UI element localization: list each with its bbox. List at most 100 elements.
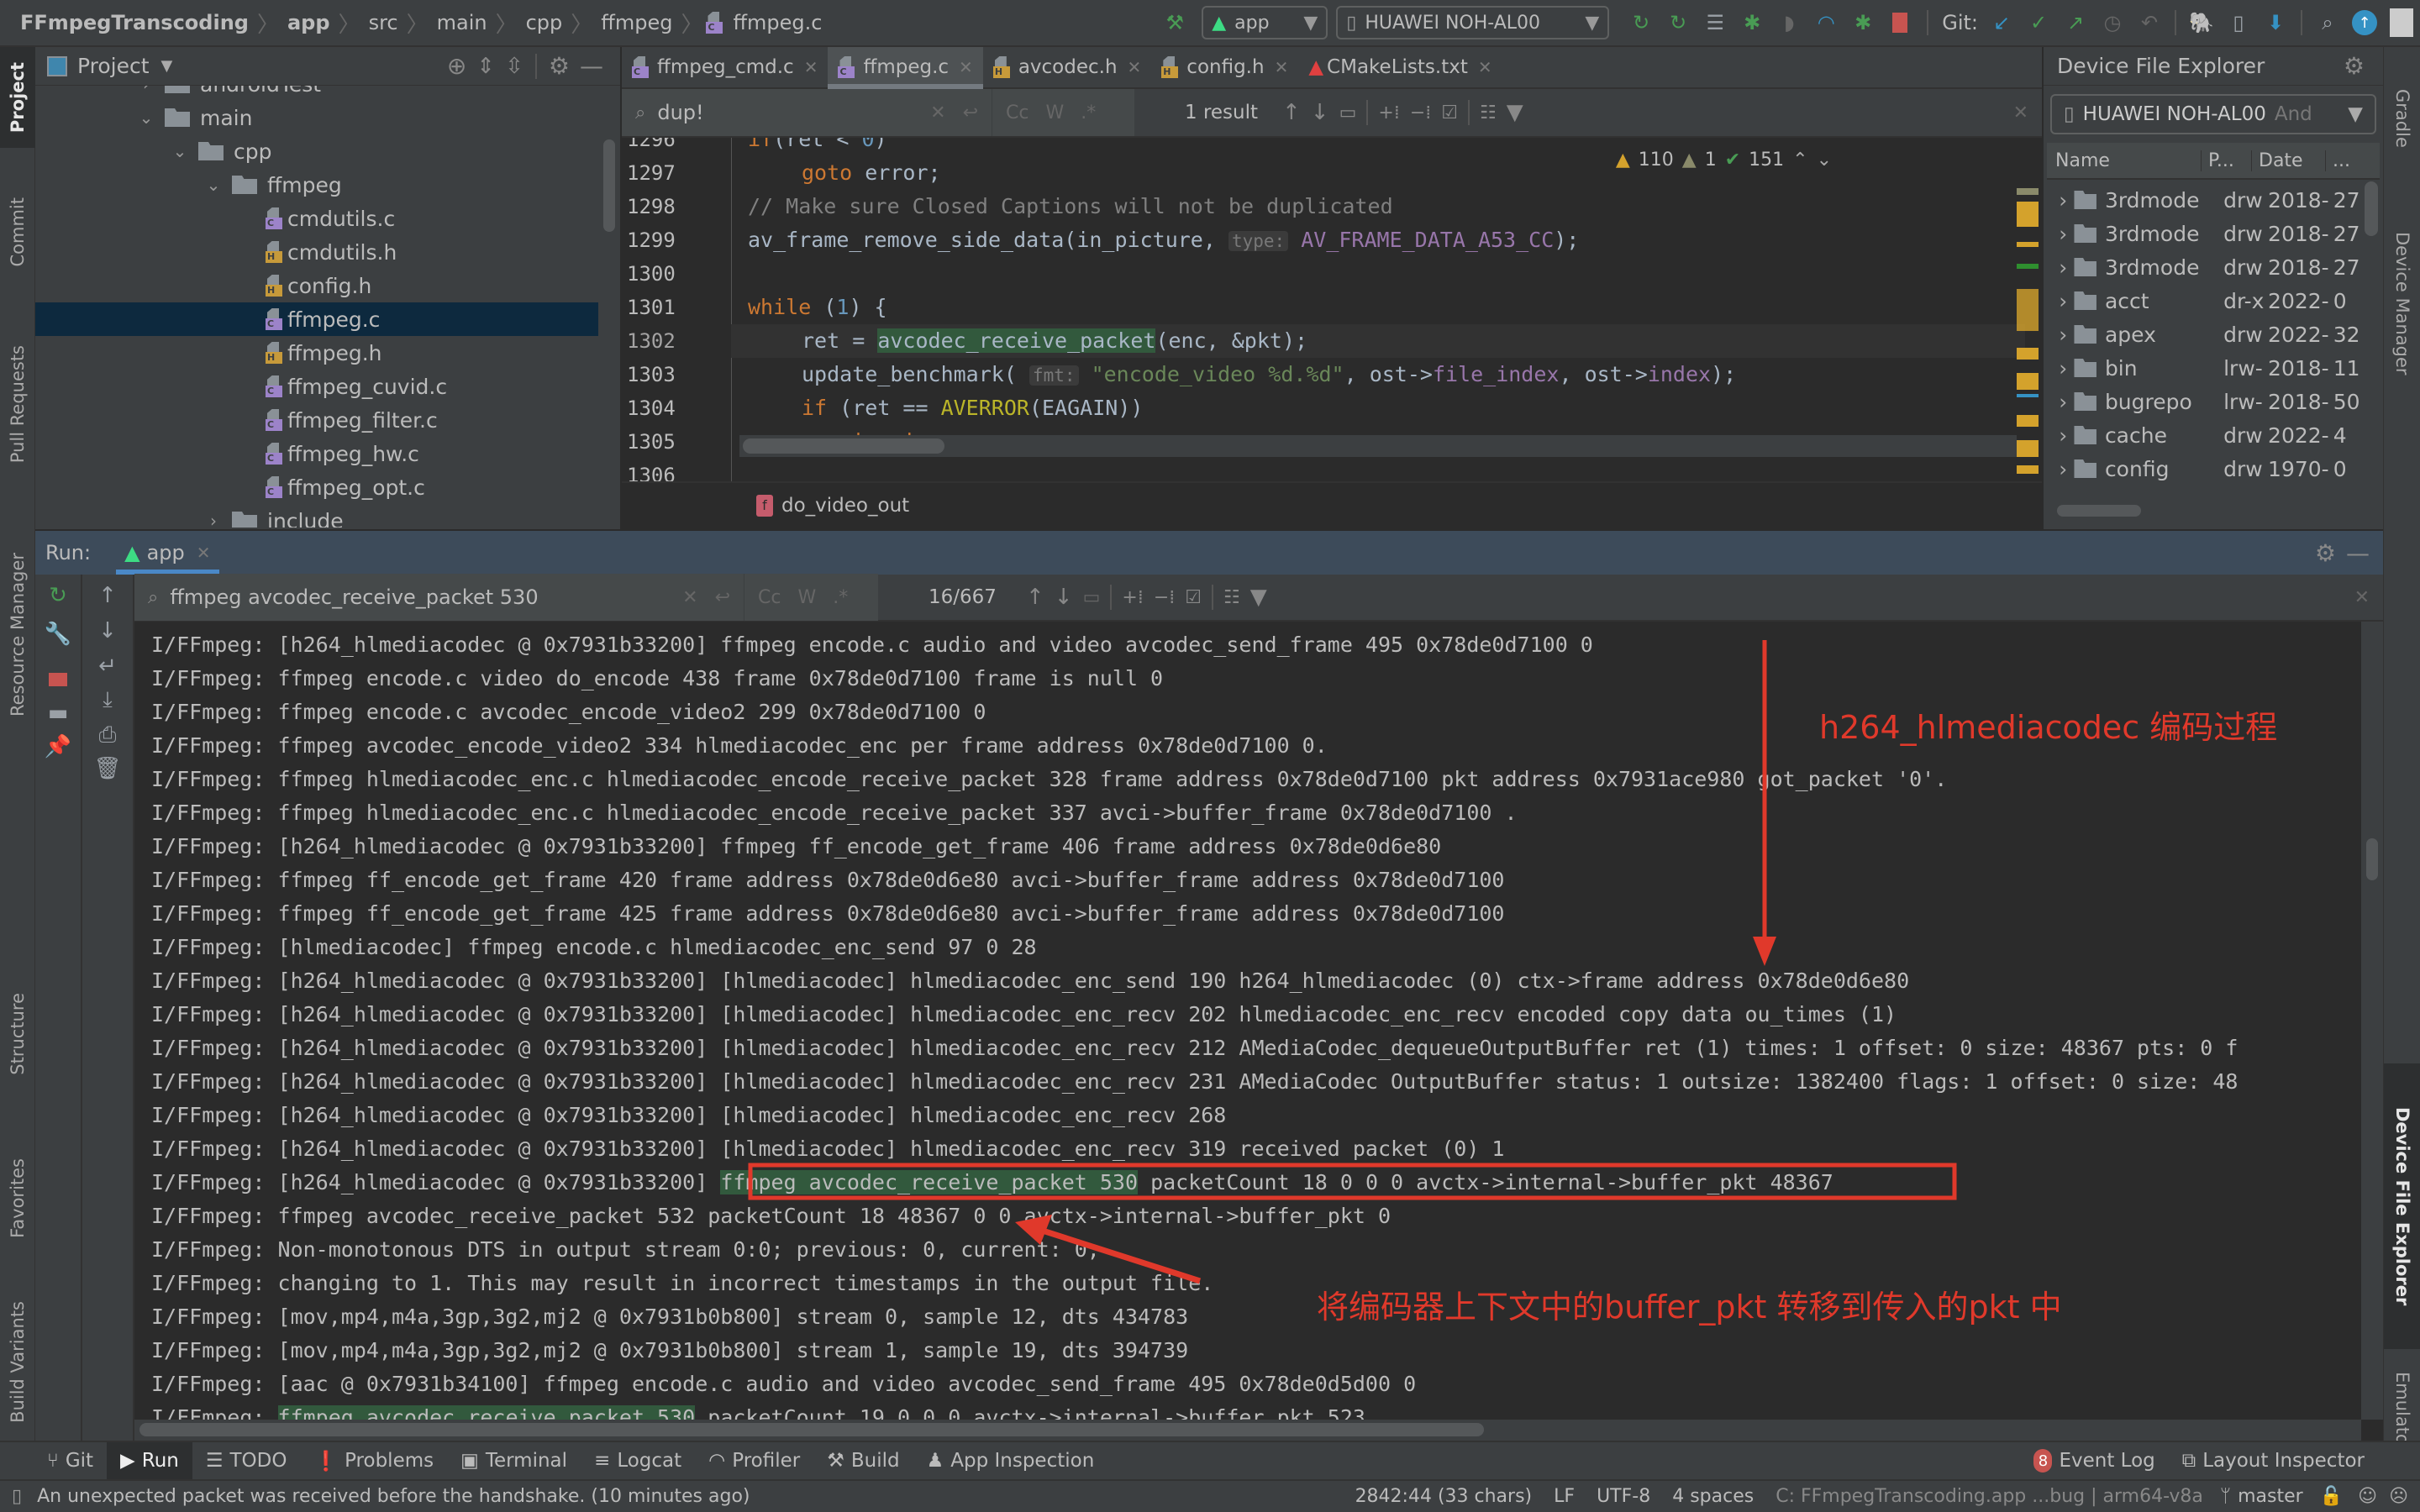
chevron-right-icon[interactable]: › xyxy=(203,511,224,528)
whole-words-toggle[interactable]: W xyxy=(1045,102,1064,123)
tree-item[interactable]: ⌄ main xyxy=(35,101,598,134)
log-line[interactable]: I/FFmpeg: [h264_hlmediacodec @ 0x7931b33… xyxy=(151,1166,1833,1200)
clear-all-icon[interactable]: 🗑 xyxy=(82,756,133,781)
stop-icon[interactable] xyxy=(1884,7,1916,39)
attach-process-icon[interactable]: ✱ xyxy=(1847,7,1879,39)
apply-changes-restart-icon[interactable]: ↻ xyxy=(1625,7,1657,39)
log-line[interactable]: I/FFmpeg: ffmpeg encode.c avcodec_encode… xyxy=(151,696,986,729)
log-line[interactable]: I/FFmpeg: [h264_hlmediacodec @ 0x7931b33… xyxy=(151,830,1441,864)
gear-icon[interactable]: ⚙ xyxy=(2315,539,2336,567)
tool-tab-device-file-explorer[interactable]: Device File Explorer xyxy=(2384,1063,2420,1349)
tool-tab-device-manager[interactable]: Device Manager xyxy=(2384,190,2420,417)
dfe-file-row[interactable]: › apex drw 2022- 32 xyxy=(2044,318,2363,351)
select-all-icon[interactable]: ☑ xyxy=(1441,102,1458,123)
select-all-occurrences-icon[interactable]: ▭ xyxy=(1339,102,1357,123)
previous-occurrence-icon[interactable]: ↑ xyxy=(1026,585,1044,610)
breadcrumb-src[interactable]: src xyxy=(364,11,403,34)
chevron-right-icon[interactable]: › xyxy=(2052,255,2074,280)
close-find-icon[interactable]: ✕ xyxy=(2013,102,2028,123)
new-line-icon[interactable]: ↩ xyxy=(715,587,730,608)
close-tab-icon[interactable]: ✕ xyxy=(1478,57,1492,77)
tool-tab-gradle[interactable]: Gradle xyxy=(2384,55,2420,181)
code-line[interactable]: // Make sure Closed Captions will not be… xyxy=(748,190,1393,223)
git-rollback-icon[interactable]: ↶ xyxy=(2133,7,2165,39)
tool-window-run[interactable]: ▶ Run xyxy=(107,1442,192,1479)
tool-tab-pull-requests[interactable]: Pull Requests xyxy=(0,316,35,492)
pin-icon[interactable]: 📌 xyxy=(35,734,81,759)
editor-tab[interactable]: Hconfig.h ✕ xyxy=(1151,47,1298,87)
regex-toggle[interactable]: .* xyxy=(1081,102,1096,123)
dfe-file-row[interactable]: › cache drw 2022- 4 xyxy=(2044,418,2363,452)
filter-icon[interactable]: ▼ xyxy=(1250,585,1267,610)
git-update-icon[interactable]: ↙ xyxy=(1986,7,2018,39)
chevron-right-icon[interactable]: › xyxy=(2052,356,2074,381)
dfe-file-row[interactable]: › 3rdmode drw 2018- 27 xyxy=(2044,217,2363,250)
log-line[interactable]: I/FFmpeg: [h264_hlmediacodec @ 0x7931b33… xyxy=(151,1099,1226,1132)
tool-window-problems[interactable]: ❗ Problems xyxy=(300,1442,447,1479)
next-occurrence-icon[interactable]: ↓ xyxy=(1055,585,1073,610)
tree-item[interactable]: › androidTest xyxy=(35,86,598,101)
log-line[interactable]: I/FFmpeg: ffmpeg avcodec_encode_video2 3… xyxy=(151,729,1328,763)
close-tab-icon[interactable]: ✕ xyxy=(1275,57,1289,77)
editor-tab[interactable]: ▲ CMakeLists.txt ✕ xyxy=(1298,47,1502,87)
add-occurrence-icon[interactable]: +⁞ xyxy=(1122,587,1143,608)
print-icon[interactable]: ⎙ xyxy=(82,722,133,748)
select-all-occurrences-icon[interactable]: ▭ xyxy=(1083,587,1101,608)
project-tree-scrollbar[interactable] xyxy=(603,139,615,232)
file-encoding[interactable]: UTF-8 xyxy=(1597,1486,1650,1507)
close-tab-icon[interactable]: ✕ xyxy=(804,57,818,77)
editor-tab[interactable]: Cffmpeg_cmd.c ✕ xyxy=(622,47,828,87)
sdk-manager-icon[interactable]: ⬇ xyxy=(2260,7,2291,39)
profiler-icon[interactable]: ◠ xyxy=(1810,7,1842,39)
tree-item[interactable]: Cffmpeg.c xyxy=(35,302,598,336)
collapse-all-icon[interactable]: ⇳ xyxy=(505,54,523,79)
down-stack-icon[interactable]: ↓ xyxy=(82,618,133,643)
filter-search-results-icon[interactable]: ☷ xyxy=(1480,102,1497,123)
previous-highlight-icon[interactable]: ⌃ xyxy=(1792,150,1807,171)
tool-tab-resource-manager[interactable]: Resource Manager xyxy=(0,517,35,753)
inspection-widget[interactable]: ▲ 110 ▲ 1 ✔ 151 ⌃ ⌄ xyxy=(1616,150,1832,171)
close-tab-icon[interactable]: ✕ xyxy=(1128,57,1142,77)
log-line[interactable]: I/FFmpeg: [mov,mp4,m4a,3gp,3g2,mj2 @ 0x7… xyxy=(151,1300,1188,1334)
remove-occurrence-icon[interactable]: −⁞ xyxy=(1154,587,1175,608)
clear-icon[interactable]: ✕ xyxy=(682,587,697,608)
log-line[interactable]: I/FFmpeg: [aac @ 0x7931b34100] ffmpeg en… xyxy=(151,1368,1416,1401)
editor-tab[interactable]: Havcodec.h ✕ xyxy=(983,47,1151,87)
git-commit-icon[interactable]: ✓ xyxy=(2023,7,2054,39)
update-icon[interactable]: ↑ xyxy=(2349,7,2381,39)
up-stack-icon[interactable]: ↑ xyxy=(82,583,133,608)
column-date[interactable]: Date xyxy=(2252,150,2326,171)
gear-icon[interactable]: ⚙ xyxy=(549,52,570,80)
log-line[interactable]: I/FFmpeg: [hlmediacodec] ffmpeg encode.c… xyxy=(151,931,1037,964)
chevron-right-icon[interactable]: › xyxy=(2052,423,2074,448)
select-all-icon[interactable]: ☑ xyxy=(1185,587,1202,608)
rerun-icon[interactable]: ↻ xyxy=(35,583,81,608)
regex-toggle[interactable]: .* xyxy=(833,587,848,608)
log-line[interactable]: I/FFmpeg: [h264_hlmediacodec @ 0x7931b33… xyxy=(151,1132,1505,1166)
dfe-file-row[interactable]: › 3rdmode drw 2018- 27 xyxy=(2044,183,2363,217)
tree-item[interactable]: Hconfig.h xyxy=(35,269,598,302)
tree-item[interactable]: ⌄ ffmpeg xyxy=(35,168,598,202)
tree-item[interactable]: ⌄ cpp xyxy=(35,134,598,168)
log-line[interactable]: I/FFmpeg: [h264_hlmediacodec @ 0x7931b33… xyxy=(151,628,1593,662)
stop-icon[interactable] xyxy=(35,667,81,692)
indent-setting[interactable]: 4 spaces xyxy=(1672,1486,1754,1507)
tool-tab-build-variants[interactable]: Build Variants xyxy=(0,1282,35,1441)
debug-icon[interactable]: ✱ xyxy=(1736,7,1768,39)
filter-icon[interactable]: ▼ xyxy=(1507,100,1523,125)
tool-tab-structure[interactable]: Structure xyxy=(0,954,35,1114)
column-permissions[interactable]: P... xyxy=(2202,150,2252,171)
previous-occurrence-icon[interactable]: ↑ xyxy=(1282,100,1301,125)
lock-icon[interactable]: 🔓 xyxy=(2320,1486,2343,1507)
log-line[interactable]: I/FFmpeg: Non-monotonous DTS in output s… xyxy=(151,1233,1100,1267)
dfe-file-row[interactable]: › bugrepo lrw- 2018- 50 xyxy=(2044,385,2363,418)
editor-find-input[interactable]: dup! xyxy=(657,101,918,124)
code-line[interactable]: goto error; xyxy=(802,156,941,190)
tool-window-build[interactable]: ⚒ Build xyxy=(813,1442,913,1479)
close-tab-icon[interactable]: ✕ xyxy=(959,57,973,77)
gear-icon[interactable]: ⚙ xyxy=(2344,52,2365,80)
log-line[interactable]: I/FFmpeg: ffmpeg encode.c video do_encod… xyxy=(151,662,1163,696)
chevron-down-icon[interactable]: ▼ xyxy=(161,57,173,75)
sad-feedback-icon[interactable]: ☹ xyxy=(2389,1486,2408,1507)
tool-window-todo[interactable]: ☰ TODO xyxy=(192,1442,301,1479)
